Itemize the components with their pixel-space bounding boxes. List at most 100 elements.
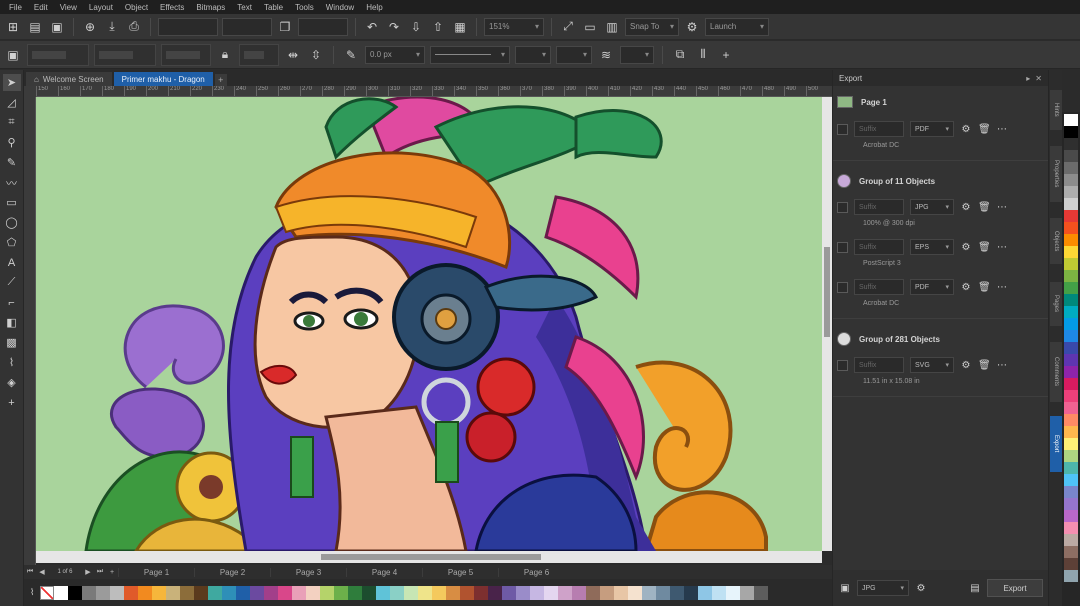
no-color-swatch[interactable]: [40, 585, 55, 600]
color-swatch[interactable]: [740, 585, 755, 600]
connector-tool-icon[interactable]: ⌐: [3, 294, 21, 311]
outline-width-select[interactable]: 0.0 px: [365, 45, 425, 64]
color-swatch[interactable]: [180, 585, 195, 600]
export-row-checkbox[interactable]: [837, 201, 848, 213]
horizontal-scrollbar[interactable]: [36, 551, 822, 563]
outline-pen-icon[interactable]: ✎: [342, 46, 360, 64]
to-front-icon[interactable]: ⧉: [671, 46, 689, 64]
format-select[interactable]: PDF: [910, 279, 954, 295]
settings-gear-icon[interactable]: ⚙: [960, 202, 972, 213]
more-options-icon[interactable]: ⋯: [996, 124, 1008, 135]
transparency-tool-icon[interactable]: ▩: [3, 334, 21, 351]
undo-icon[interactable]: ↶: [363, 18, 381, 36]
rotation-field[interactable]: [239, 43, 279, 66]
color-swatch[interactable]: [1064, 306, 1078, 318]
mirror-horizontal-icon[interactable]: ⇹: [284, 46, 302, 64]
color-swatch[interactable]: [348, 585, 363, 600]
add-page-icon[interactable]: +: [106, 569, 118, 576]
mirror-vertical-icon[interactable]: ⇳: [307, 46, 325, 64]
color-swatch[interactable]: [1064, 222, 1078, 234]
menu-window[interactable]: Window: [323, 3, 363, 12]
color-swatch[interactable]: [1064, 390, 1078, 402]
vertical-ruler[interactable]: [24, 97, 36, 565]
color-swatch[interactable]: [390, 585, 405, 600]
color-swatch[interactable]: [376, 585, 391, 600]
start-arrow-select[interactable]: [515, 45, 551, 64]
zoom-level-select[interactable]: 151%: [484, 17, 544, 36]
color-swatch[interactable]: [1064, 330, 1078, 342]
add-tool-icon[interactable]: +: [3, 394, 21, 411]
rectangle-tool-icon[interactable]: ▭: [3, 194, 21, 211]
node-count-select[interactable]: [620, 45, 654, 64]
color-swatch[interactable]: [1064, 402, 1078, 414]
format-select[interactable]: EPS: [910, 239, 954, 255]
object-size-field[interactable]: [222, 17, 272, 36]
line-style-select[interactable]: [430, 45, 510, 64]
color-swatch[interactable]: [1064, 426, 1078, 438]
format-select[interactable]: SVG: [910, 357, 954, 373]
color-swatch[interactable]: [1064, 546, 1078, 558]
color-swatch[interactable]: [1064, 234, 1078, 246]
color-swatch[interactable]: [1064, 150, 1078, 162]
eyedropper-icon[interactable]: ⌇: [30, 587, 34, 598]
suffix-input[interactable]: Suffix: [854, 239, 904, 255]
guidelines-icon[interactable]: ▥: [603, 18, 621, 36]
shape-tool-icon[interactable]: ◿: [3, 94, 21, 111]
color-swatch[interactable]: [656, 585, 671, 600]
print-icon[interactable]: ⎙: [125, 18, 143, 36]
menu-help[interactable]: Help: [363, 3, 391, 12]
export-format-select[interactable]: JPG: [857, 580, 909, 596]
color-swatch[interactable]: [1064, 186, 1078, 198]
menu-tools[interactable]: Tools: [292, 3, 323, 12]
vertical-scroll-thumb[interactable]: [824, 247, 830, 337]
color-swatch[interactable]: [292, 585, 307, 600]
color-swatch[interactable]: [1064, 174, 1078, 186]
menu-effects[interactable]: Effects: [157, 3, 193, 12]
color-swatch[interactable]: [1064, 438, 1078, 450]
color-swatch[interactable]: [1064, 282, 1078, 294]
color-swatch[interactable]: [1064, 342, 1078, 354]
open-icon[interactable]: ▤: [26, 18, 44, 36]
color-swatch[interactable]: [1064, 570, 1078, 582]
page-tab-2[interactable]: Page 2: [194, 567, 270, 577]
drop-shadow-icon[interactable]: ◧: [3, 314, 21, 331]
menu-file[interactable]: File: [6, 3, 31, 12]
color-swatch[interactable]: [1064, 366, 1078, 378]
color-swatch[interactable]: [572, 585, 587, 600]
docker-close-icon[interactable]: ✕: [1035, 74, 1042, 83]
color-swatch[interactable]: [82, 585, 97, 600]
export-group-page[interactable]: Page 1: [837, 96, 887, 108]
lock-ratio-icon[interactable]: 🔒︎: [216, 46, 234, 64]
color-swatch[interactable]: [306, 585, 321, 600]
color-swatch[interactable]: [1064, 414, 1078, 426]
color-swatch[interactable]: [754, 585, 769, 600]
color-swatch[interactable]: [1064, 162, 1078, 174]
options-gear-icon[interactable]: ⚙: [683, 18, 701, 36]
position-fields[interactable]: [27, 43, 89, 66]
prev-page-icon[interactable]: ◀: [36, 568, 48, 576]
new-document-icon[interactable]: ⊞: [4, 18, 22, 36]
end-arrow-select[interactable]: [556, 45, 592, 64]
color-swatch[interactable]: [670, 585, 685, 600]
export-group-objects-281[interactable]: Group of 281 Objects: [837, 332, 940, 346]
color-swatch[interactable]: [684, 585, 699, 600]
menu-table[interactable]: Table: [261, 3, 292, 12]
next-page-icon[interactable]: ▶: [82, 568, 94, 576]
menu-text[interactable]: Text: [234, 3, 261, 12]
snap-to-select[interactable]: Snap To: [625, 17, 679, 36]
text-tool-icon[interactable]: A: [3, 254, 21, 271]
color-swatch[interactable]: [404, 585, 419, 600]
wrap-text-icon[interactable]: ≋: [597, 46, 615, 64]
color-swatch[interactable]: [432, 585, 447, 600]
color-swatch[interactable]: [1064, 258, 1078, 270]
color-swatch[interactable]: [1064, 462, 1078, 474]
color-swatch[interactable]: [516, 585, 531, 600]
color-swatch[interactable]: [320, 585, 335, 600]
color-swatch[interactable]: [418, 585, 433, 600]
fullscreen-icon[interactable]: ⤢: [559, 18, 577, 36]
color-swatch[interactable]: [642, 585, 657, 600]
menu-object[interactable]: Object: [122, 3, 157, 12]
artistic-media-icon[interactable]: 〰: [3, 174, 21, 191]
color-swatch[interactable]: [68, 585, 83, 600]
suffix-input[interactable]: Suffix: [854, 279, 904, 295]
